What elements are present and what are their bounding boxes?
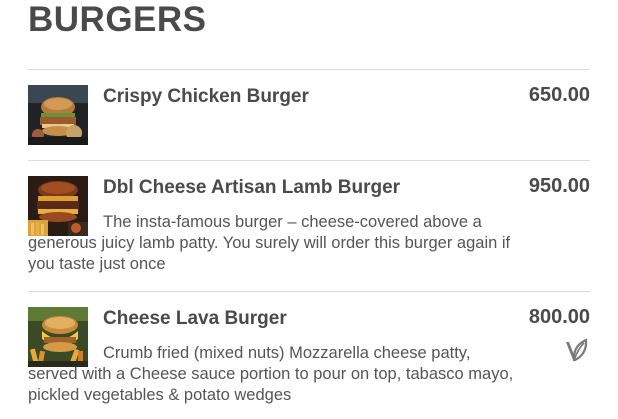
section-title: BURGERS (28, 0, 207, 39)
menu-item-cheese-lava-burger[interactable]: Cheese Lava Burger 800.00 Crumb fried (m… (28, 306, 590, 406)
item-price: 950.00 (528, 175, 590, 197)
item-price: 800.00 (528, 306, 590, 328)
divider (28, 160, 590, 161)
burger-photo (28, 307, 88, 367)
item-name: Crispy Chicken Burger (103, 86, 309, 107)
divider (28, 69, 590, 70)
item-price: 650.00 (528, 84, 590, 106)
vegetarian-leaf-icon (566, 338, 588, 362)
burger-photo (28, 176, 88, 236)
item-description: The insta-famous burger – cheese-covered… (28, 213, 511, 273)
item-name: Cheese Lava Burger (103, 308, 287, 329)
item-description: Crumb fried (mixed nuts) Mozzarella chee… (28, 344, 514, 404)
divider (28, 291, 590, 292)
item-name: Dbl Cheese Artisan Lamb Burger (103, 177, 401, 198)
burger-photo (28, 85, 88, 145)
menu-item-dbl-cheese-artisan-lamb-burger[interactable]: Dbl Cheese Artisan Lamb Burger 950.00 Th… (28, 175, 590, 275)
